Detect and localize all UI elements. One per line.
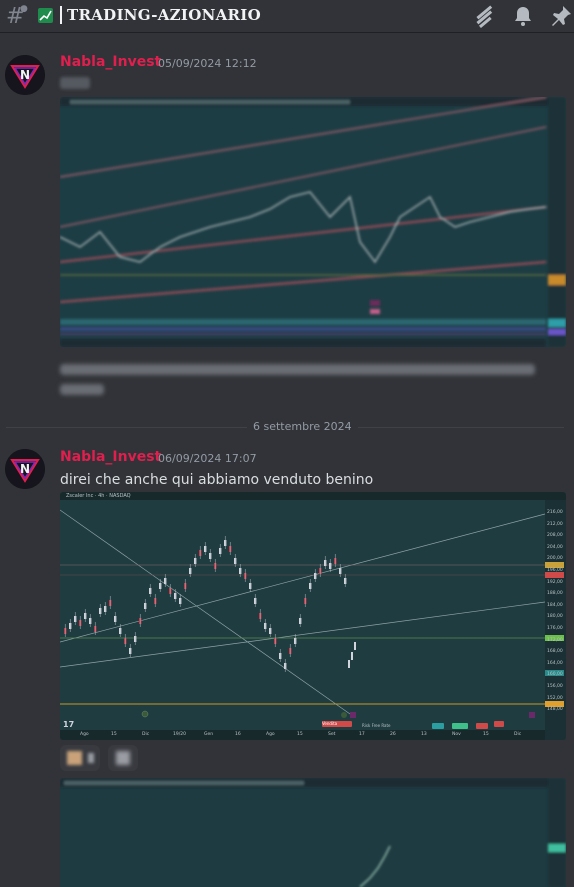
time-axis-label: Dic <box>514 732 522 737</box>
pin-icon[interactable] <box>549 4 573 28</box>
reaction-emoji-2[interactable] <box>108 745 138 771</box>
time-axis-label: Dic <box>142 732 150 737</box>
message-text: direi che anche qui abbiamo venduto beni… <box>60 472 374 488</box>
svg-text:17: 17 <box>63 720 74 729</box>
candle <box>351 652 353 660</box>
chart-image-attachment-1[interactable] <box>60 97 566 347</box>
time-axis-label: 26 <box>390 732 396 737</box>
avatar[interactable]: N <box>5 449 45 489</box>
threads-icon[interactable] <box>472 4 496 29</box>
time-axis-label: Set <box>328 732 336 737</box>
time-axis-label: 13 <box>421 732 427 737</box>
price-axis-label: 184,00 <box>547 602 563 608</box>
chart-header-text: Zscaler Inc · 4h · NASDAQ <box>66 493 131 499</box>
time-axis-label: Ago <box>266 732 275 737</box>
channel-header: # ● TRADING-AZIONARIO <box>0 0 574 33</box>
price-axis-label: 204,00 <box>547 544 563 550</box>
price-axis-label: 152,00 <box>547 695 563 701</box>
reaction-emoji-1[interactable] <box>60 745 100 771</box>
nabla-logo-icon: N <box>5 449 45 489</box>
candle <box>348 660 350 668</box>
time-axis-label: Gen <box>204 732 214 737</box>
price-axis-label: 176,00 <box>547 626 563 631</box>
price-axis-label: 164,00 <box>547 660 563 666</box>
price-axis-label: 168,00 <box>547 649 563 655</box>
blurred-message-text-line-2 <box>60 384 104 395</box>
blurred-message-text-line-1 <box>60 364 535 375</box>
time-axis-label: Ago <box>80 732 89 737</box>
svg-text:N: N <box>20 68 30 82</box>
message-timestamp: 05/09/2024 12:12 <box>158 57 257 70</box>
price-axis-label: 208,00 <box>547 533 563 539</box>
svg-text:N: N <box>20 462 30 476</box>
price-axis-label: 188,00 <box>547 591 563 597</box>
chart-increasing-icon <box>38 8 53 23</box>
price-axis-label: 212,00 <box>547 521 563 527</box>
avatar[interactable]: N <box>5 55 45 95</box>
message-timestamp: 06/09/2024 17:07 <box>158 452 257 465</box>
time-axis-label: 15 <box>111 732 117 737</box>
blurred-message-text <box>60 77 90 89</box>
time-axis-label: 15 <box>297 732 303 737</box>
channel-name: TRADING-AZIONARIO <box>60 6 261 24</box>
time-axis-label: 19/20 <box>173 732 186 737</box>
message-author[interactable]: Nabla_Invest <box>60 449 161 465</box>
chart-image-attachment-2[interactable]: 17 Zscaler Inc · 4h · NASDAQ 216,00 212,0… <box>60 492 566 740</box>
date-divider-label: 6 settembre 2024 <box>247 420 358 433</box>
time-axis-label: 15 <box>483 732 489 737</box>
sell-tag: Vendita <box>322 721 338 726</box>
price-axis-label: 160,00 <box>547 672 563 678</box>
time-axis-label: Nov <box>452 732 461 737</box>
price-axis-label: 216,00 <box>547 510 563 515</box>
price-axis-label: 156,00 <box>547 684 563 689</box>
time-axis-label: 16 <box>235 732 241 737</box>
chart-image-attachment-3[interactable] <box>60 778 566 887</box>
risk-free-rate-tag: Risk Free Rate <box>362 723 391 728</box>
price-axis-label: 148,00 <box>547 707 563 713</box>
channel-hash-icon: # ● <box>6 4 28 29</box>
message-author[interactable]: Nabla_Invest <box>60 54 161 70</box>
price-axis-label: 180,00 <box>547 614 563 620</box>
price-axis-label: 200,00 <box>547 556 563 562</box>
price-axis-label: 172,00 <box>547 637 563 643</box>
time-axis-label: 17 <box>359 732 365 737</box>
price-axis-label: 192,00 <box>547 579 563 585</box>
nabla-logo-icon: N <box>5 55 45 95</box>
price-axis-label: 196,00 <box>547 568 563 573</box>
candle <box>354 642 356 650</box>
notification-bell-icon[interactable] <box>511 4 535 28</box>
